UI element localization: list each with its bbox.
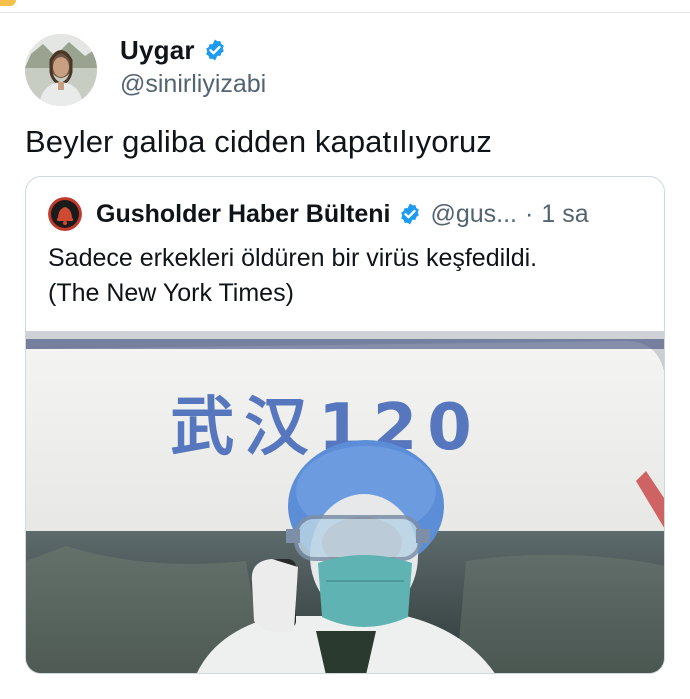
quoted-tweet-text: Sadece erkekleri öldüren bir virüs keşfe…: [48, 241, 537, 311]
quoted-display-name[interactable]: Gusholder Haber Bülteni: [96, 200, 390, 229]
quoted-timestamp[interactable]: 1 sa: [541, 200, 588, 229]
top-accent-bar: [0, 0, 16, 6]
tweet-header: Uygar @sinirliyizabi: [25, 30, 665, 106]
quoted-text-line: (The New York Times): [48, 279, 294, 307]
quoted-text-line: Sadece erkekleri öldüren bir virüs keşfe…: [48, 244, 538, 272]
tweet-text: Beyler galiba cidden kapatılıyoruz: [25, 124, 492, 159]
author-names: Uygar @sinirliyizabi: [120, 34, 266, 99]
verified-badge-icon: [205, 39, 224, 61]
quoted-tweet-header: Gusholder Haber Bülteni @gus... · 1 sa: [48, 197, 589, 231]
separator-dot: ·: [525, 199, 534, 228]
author-handle[interactable]: @sinirliyizabi: [120, 70, 266, 99]
quoted-tweet-card[interactable]: Gusholder Haber Bülteni @gus... · 1 sa S…: [25, 176, 665, 674]
top-divider: [0, 12, 690, 13]
avatar-photo: [25, 34, 97, 106]
bell-logo-icon[interactable]: [48, 197, 82, 231]
quoted-media-image[interactable]: 武汉120: [26, 331, 664, 673]
verified-badge-icon: [401, 203, 420, 225]
display-name[interactable]: Uygar: [120, 35, 195, 66]
quoted-handle[interactable]: @gus...: [430, 200, 517, 229]
avatar[interactable]: [25, 34, 97, 106]
